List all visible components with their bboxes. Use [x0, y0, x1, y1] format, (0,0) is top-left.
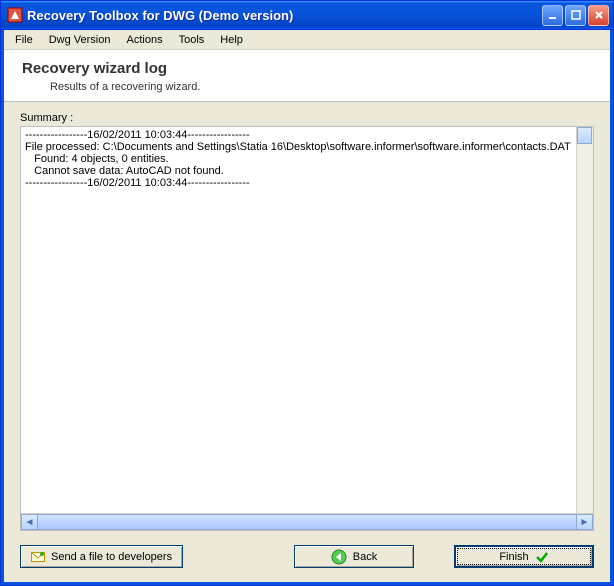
menu-actions[interactable]: Actions [120, 32, 170, 48]
app-icon [7, 7, 23, 23]
log-line: -----------------16/02/2011 10:03:44----… [25, 177, 250, 189]
scroll-up-button[interactable] [577, 127, 592, 144]
scroll-track[interactable] [38, 514, 576, 530]
button-bar: Send a file to developers Back Finish [4, 535, 610, 582]
menu-dwg-version[interactable]: Dwg Version [42, 32, 118, 48]
log-line: Found: 4 objects, 0 entities. [25, 153, 169, 165]
log-line: File processed: C:\Documents and Setting… [25, 141, 571, 153]
log-textarea[interactable]: -----------------16/02/2011 10:03:44----… [21, 127, 593, 513]
check-icon [535, 551, 549, 563]
finish-button[interactable]: Finish [454, 545, 594, 568]
menu-help[interactable]: Help [213, 32, 250, 48]
page-title: Recovery wizard log [22, 60, 600, 77]
menubar: File Dwg Version Actions Tools Help [4, 30, 610, 50]
button-label: Finish [499, 551, 528, 563]
horizontal-scrollbar[interactable]: ◄ ► [21, 513, 593, 530]
menu-file[interactable]: File [8, 32, 40, 48]
app-window: Recovery Toolbox for DWG (Demo version) … [0, 0, 614, 586]
vertical-scrollbar[interactable] [576, 127, 593, 513]
back-button[interactable]: Back [294, 545, 414, 568]
page-header: Recovery wizard log Results of a recover… [4, 50, 610, 102]
back-arrow-icon [331, 549, 347, 565]
send-file-button[interactable]: Send a file to developers [20, 545, 183, 568]
content-area: Summary : -----------------16/02/2011 10… [4, 102, 610, 535]
window-title: Recovery Toolbox for DWG (Demo version) [27, 8, 542, 23]
scroll-left-button[interactable]: ◄ [21, 514, 38, 530]
log-panel: -----------------16/02/2011 10:03:44----… [20, 126, 594, 531]
button-label: Send a file to developers [51, 551, 172, 563]
window-controls [542, 5, 609, 26]
envelope-icon [31, 551, 45, 563]
window-body: File Dwg Version Actions Tools Help Reco… [1, 30, 613, 585]
close-button[interactable] [588, 5, 609, 26]
page-subtitle: Results of a recovering wizard. [50, 81, 600, 93]
log-line: Cannot save data: AutoCAD not found. [25, 165, 224, 177]
titlebar: Recovery Toolbox for DWG (Demo version) [1, 1, 613, 30]
log-line: -----------------16/02/2011 10:03:44----… [25, 129, 250, 141]
scroll-right-button[interactable]: ► [576, 514, 593, 530]
menu-tools[interactable]: Tools [172, 32, 212, 48]
button-label: Back [353, 551, 377, 563]
summary-label: Summary : [20, 112, 594, 124]
minimize-button[interactable] [542, 5, 563, 26]
maximize-button[interactable] [565, 5, 586, 26]
